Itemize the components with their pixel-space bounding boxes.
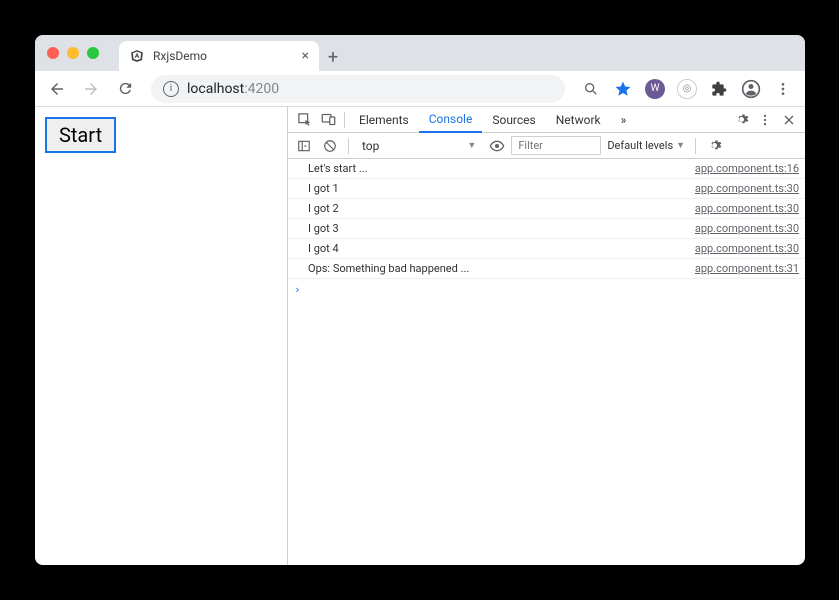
console-row: I got 4app.component.ts:30 — [288, 239, 805, 259]
tab-title: RxjsDemo — [153, 49, 294, 63]
context-selector[interactable]: top ▼ — [355, 136, 483, 156]
address-bar[interactable]: i localhost:4200 — [151, 75, 565, 103]
chevron-down-icon: ▼ — [676, 140, 685, 151]
extension-2-icon[interactable]: ◎ — [673, 75, 701, 103]
log-source-link[interactable]: app.component.ts:30 — [695, 202, 799, 215]
titlebar: RxjsDemo × + — [35, 35, 805, 71]
filter-input[interactable] — [511, 136, 601, 155]
site-info-icon[interactable]: i — [163, 81, 179, 97]
console-row: Let's start ...app.component.ts:16 — [288, 159, 805, 179]
tab-console[interactable]: Console — [419, 108, 483, 133]
reload-button[interactable] — [111, 75, 139, 103]
profile-icon[interactable] — [737, 75, 765, 103]
devtools-tabbar: Elements Console Sources Network » — [288, 107, 805, 133]
browser-toolbar: i localhost:4200 W ◎ — [35, 71, 805, 107]
divider — [344, 112, 345, 128]
device-toolbar-icon[interactable] — [316, 108, 340, 132]
chevron-down-icon: ▼ — [467, 140, 476, 151]
tab-elements[interactable]: Elements — [349, 107, 419, 132]
maximize-window-button[interactable] — [87, 47, 99, 59]
log-message: I got 3 — [308, 222, 695, 235]
levels-label: Default levels — [607, 139, 673, 152]
devtools-close-icon[interactable] — [777, 108, 801, 132]
browser-tab[interactable]: RxjsDemo × — [119, 41, 319, 71]
devtools-panel: Elements Console Sources Network » — [287, 107, 805, 565]
tab-overflow[interactable]: » — [611, 107, 637, 132]
extensions-icon[interactable] — [705, 75, 733, 103]
inspect-element-icon[interactable] — [292, 108, 316, 132]
console-row: Ops: Something bad happened ...app.compo… — [288, 259, 805, 279]
forward-button[interactable] — [77, 75, 105, 103]
context-value: top — [362, 139, 379, 153]
divider — [348, 138, 349, 154]
back-button[interactable] — [43, 75, 71, 103]
console-prompt[interactable]: › — [288, 279, 805, 300]
close-window-button[interactable] — [47, 47, 59, 59]
tab-network[interactable]: Network — [546, 107, 611, 132]
console-row: I got 1app.component.ts:30 — [288, 179, 805, 199]
tab-close-icon[interactable]: × — [302, 48, 309, 64]
log-message: Let's start ... — [308, 162, 695, 175]
browser-menu-icon[interactable] — [769, 75, 797, 103]
toolbar-right-icons: W ◎ — [577, 75, 797, 103]
console-output: Let's start ...app.component.ts:16 I got… — [288, 159, 805, 565]
log-source-link[interactable]: app.component.ts:16 — [695, 162, 799, 175]
new-tab-button[interactable]: + — [319, 43, 347, 71]
log-message: Ops: Something bad happened ... — [308, 262, 695, 275]
log-source-link[interactable]: app.component.ts:31 — [695, 262, 799, 275]
log-source-link[interactable]: app.component.ts:30 — [695, 222, 799, 235]
log-message: I got 1 — [308, 182, 695, 195]
log-message: I got 2 — [308, 202, 695, 215]
console-row: I got 2app.component.ts:30 — [288, 199, 805, 219]
bookmark-star-icon[interactable] — [609, 75, 637, 103]
divider — [695, 138, 696, 154]
log-levels-selector[interactable]: Default levels ▼ — [603, 139, 689, 152]
tab-sources[interactable]: Sources — [482, 107, 545, 132]
console-sidebar-toggle-icon[interactable] — [292, 134, 316, 158]
content-area: Start Elements Console Sources Network » — [35, 107, 805, 565]
page-viewport: Start — [35, 107, 287, 565]
zoom-icon[interactable] — [577, 75, 605, 103]
angular-favicon-icon — [129, 48, 145, 64]
browser-tabs: RxjsDemo × + — [119, 35, 347, 71]
devtools-menu-icon[interactable] — [753, 108, 777, 132]
console-toolbar: top ▼ Default levels ▼ — [288, 133, 805, 159]
window-controls — [35, 35, 111, 71]
live-expression-icon[interactable] — [485, 134, 509, 158]
log-source-link[interactable]: app.component.ts:30 — [695, 182, 799, 195]
start-button[interactable]: Start — [45, 117, 116, 153]
devtools-settings-icon[interactable] — [729, 108, 753, 132]
minimize-window-button[interactable] — [67, 47, 79, 59]
url-text: localhost:4200 — [187, 81, 279, 97]
log-source-link[interactable]: app.component.ts:30 — [695, 242, 799, 255]
console-settings-icon[interactable] — [702, 134, 726, 158]
extension-1-icon[interactable]: W — [641, 75, 669, 103]
clear-console-icon[interactable] — [318, 134, 342, 158]
console-row: I got 3app.component.ts:30 — [288, 219, 805, 239]
browser-window: RxjsDemo × + i localhost:4200 W — [35, 35, 805, 565]
log-message: I got 4 — [308, 242, 695, 255]
